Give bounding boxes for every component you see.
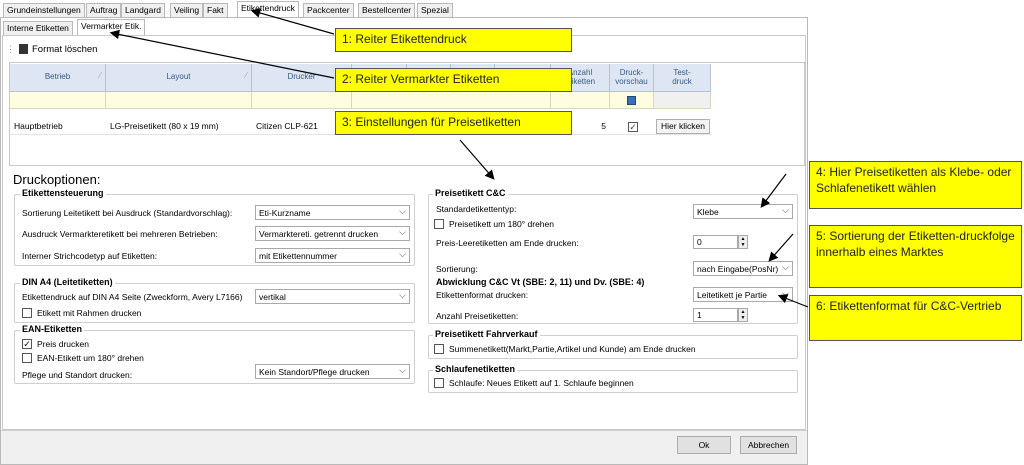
arrow-5 bbox=[768, 233, 794, 262]
arrow-4 bbox=[760, 173, 787, 208]
arrow-3 bbox=[459, 139, 495, 180]
arrow-6 bbox=[777, 294, 809, 308]
arrow-1 bbox=[250, 8, 335, 35]
callout-arrows bbox=[109, 8, 809, 308]
arrow-2 bbox=[109, 29, 335, 79]
